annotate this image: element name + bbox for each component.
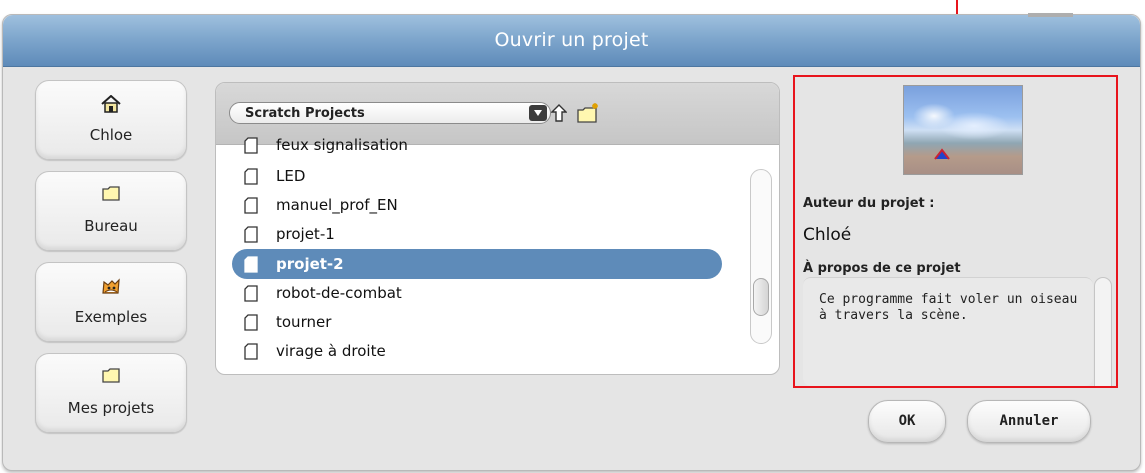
shortcut-exemples[interactable]: Exemples: [35, 262, 187, 342]
scrollbar-thumb[interactable]: [753, 278, 769, 316]
file-browser: Scratch Projects feux signalisation LED …: [215, 82, 780, 375]
list-item-selected[interactable]: projet-2: [232, 249, 722, 279]
up-arrow-icon: [550, 104, 568, 122]
folder-dropdown[interactable]: Scratch Projects: [229, 102, 551, 124]
shortcut-label: Chloe: [89, 126, 133, 144]
title-bar[interactable]: Ouvrir un projet: [3, 13, 1140, 67]
project-thumbnail: [903, 85, 1023, 175]
project-notes: Ce programme fait voler un oiseau à trav…: [819, 292, 1078, 323]
author-name: Chloé: [803, 225, 852, 245]
file-icon: [244, 314, 258, 331]
project-info-panel: Auteur du projet : Chloé À propos de ce …: [793, 75, 1118, 388]
list-item[interactable]: robot-de-combat: [232, 278, 722, 308]
list-item[interactable]: feux signalisation: [232, 130, 722, 160]
folder-dropdown-value: Scratch Projects: [245, 106, 365, 121]
file-icon: [244, 168, 258, 185]
home-icon: [36, 95, 186, 115]
file-icon: [244, 285, 258, 302]
file-list: feux signalisation LED manuel_prof_EN pr…: [232, 136, 722, 374]
file-name: tourner: [276, 313, 332, 331]
author-label: Auteur du projet :: [803, 196, 935, 211]
shortcut-bureau[interactable]: Bureau: [35, 171, 187, 251]
file-name: virage à droite: [276, 342, 386, 360]
file-name: feux signalisation: [276, 136, 408, 154]
shortcut-label: Exemples: [74, 308, 148, 326]
file-name: projet-2: [276, 255, 344, 273]
up-folder-button[interactable]: [550, 104, 568, 126]
bird-sprite: [934, 148, 950, 160]
list-item[interactable]: tourner: [232, 307, 722, 337]
list-item[interactable]: manuel_prof_EN: [232, 190, 722, 220]
file-icon: [244, 343, 258, 360]
shortcut-label: Bureau: [84, 217, 138, 235]
list-item[interactable]: projet-1: [232, 219, 722, 249]
file-list-scrollbar[interactable]: [750, 169, 772, 344]
file-name: manuel_prof_EN: [276, 196, 398, 214]
folder-icon: [36, 368, 186, 388]
folder-icon: [36, 186, 186, 206]
file-name: robot-de-combat: [276, 284, 402, 302]
dialog-title: Ouvrir un projet: [494, 29, 649, 51]
shortcut-label: Mes projets: [67, 399, 155, 417]
shortcut-chloe[interactable]: Chloe: [35, 80, 187, 160]
project-notes-area[interactable]: Ce programme fait voler un oiseau à trav…: [803, 277, 1093, 386]
cancel-button[interactable]: Annuler: [967, 400, 1091, 443]
file-icon: [244, 197, 258, 214]
file-name: LED: [276, 167, 306, 185]
file-icon: [244, 256, 258, 273]
new-folder-icon: [577, 103, 598, 123]
ok-button[interactable]: OK: [868, 400, 946, 443]
about-label: À propos de ce projet: [803, 261, 961, 276]
file-name: projet-1: [276, 225, 335, 243]
title-tab: [1028, 13, 1073, 17]
list-item[interactable]: virage à droite: [232, 336, 722, 366]
chevron-down-icon[interactable]: [529, 105, 547, 121]
file-icon: [244, 137, 258, 154]
file-icon: [244, 226, 258, 243]
shortcut-mes-projets[interactable]: Mes projets: [35, 353, 187, 433]
new-folder-button[interactable]: [576, 102, 600, 128]
notes-scrollbar[interactable]: [1094, 277, 1112, 386]
scratch-cat-icon: [36, 277, 186, 297]
list-item[interactable]: LED: [232, 161, 722, 191]
